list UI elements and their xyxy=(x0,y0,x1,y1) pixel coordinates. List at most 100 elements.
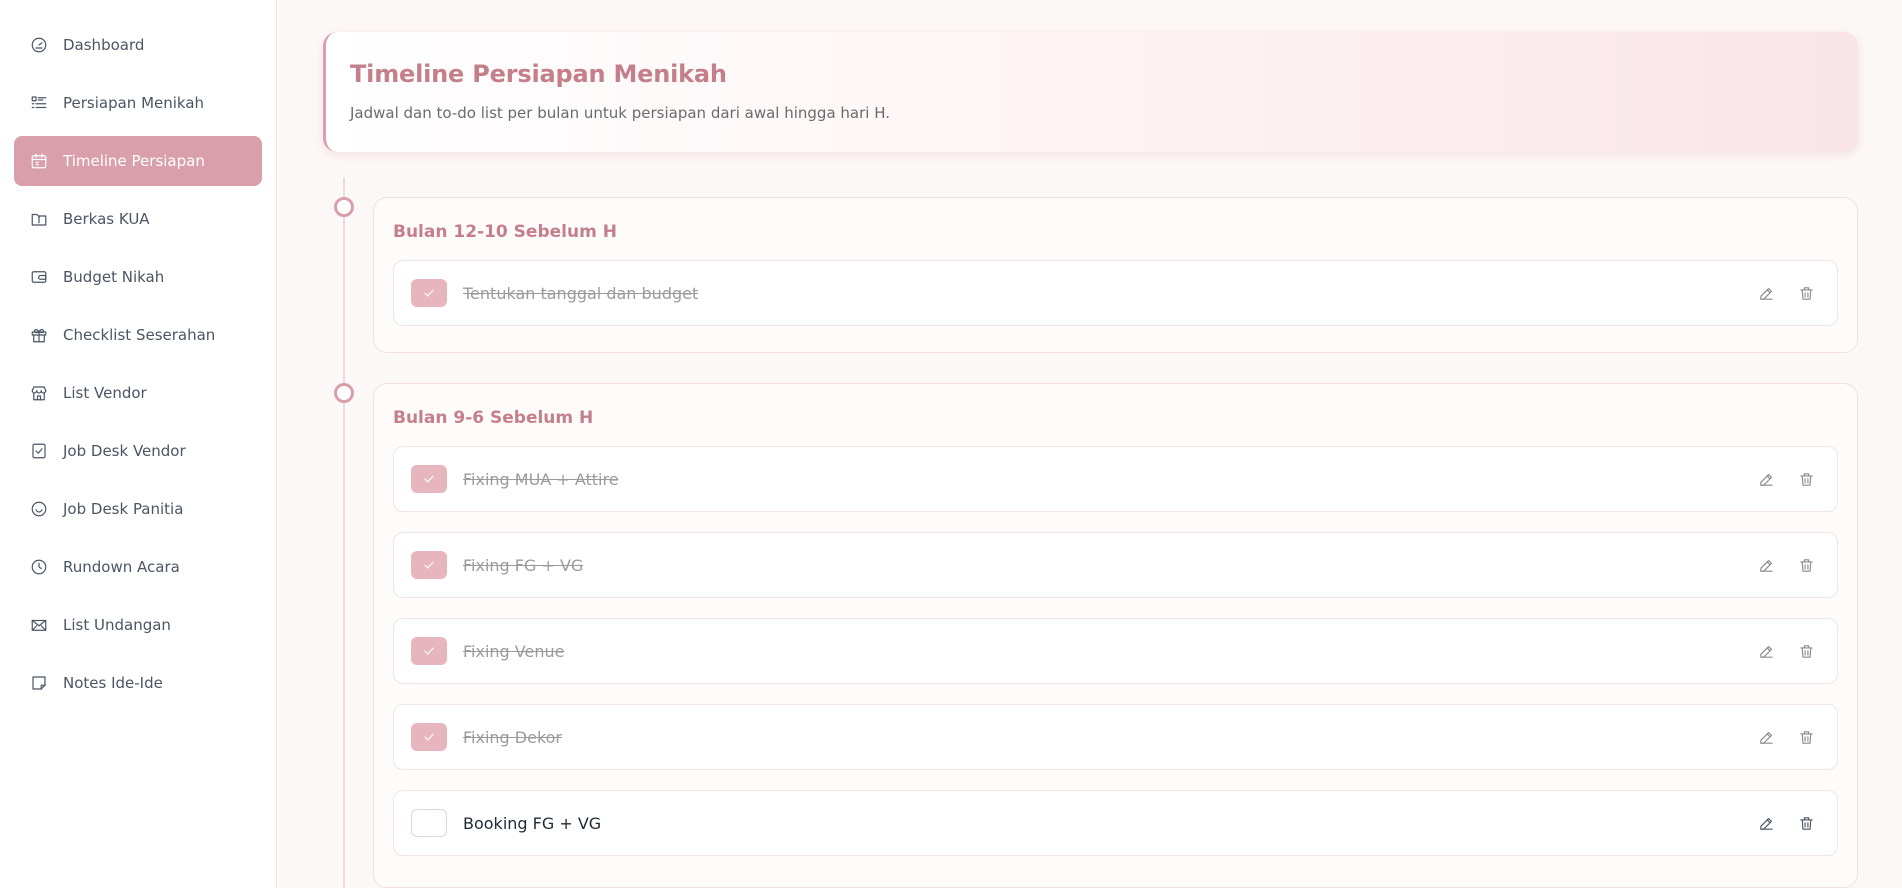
delete-button[interactable] xyxy=(1795,726,1817,748)
task-label: Fixing FG + VG xyxy=(463,555,584,575)
sidebar-item-checklist-seserahan[interactable]: Checklist Seserahan xyxy=(14,310,262,360)
sidebar-item-label: List Vendor xyxy=(63,384,147,402)
check-icon xyxy=(424,647,434,655)
pencil-icon xyxy=(1759,645,1773,658)
gift-icon xyxy=(30,326,48,344)
sidebar-item-label: Berkas KUA xyxy=(63,210,150,228)
task-actions xyxy=(1737,619,1817,683)
task-actions xyxy=(1737,447,1817,511)
task-checkbox[interactable] xyxy=(411,723,447,751)
task-checkbox[interactable] xyxy=(411,551,447,579)
trash-icon xyxy=(1799,730,1813,744)
task-checkbox[interactable] xyxy=(411,637,447,665)
delete-button[interactable] xyxy=(1795,468,1817,490)
task-item: Tentukan tanggal dan budget xyxy=(393,260,1838,326)
task-list: Tentukan tanggal dan budget xyxy=(393,260,1838,326)
task-actions xyxy=(1737,533,1817,597)
pencil-icon xyxy=(1759,559,1773,572)
trash-icon xyxy=(1799,644,1813,658)
check-icon xyxy=(424,475,434,483)
task-list: Fixing MUA + Attire Fixing FG + VG Fixin… xyxy=(393,446,1838,856)
calendar-icon xyxy=(30,152,48,170)
trash-icon xyxy=(1799,816,1813,830)
edit-button[interactable] xyxy=(1755,554,1777,576)
sidebar-item-label: Persiapan Menikah xyxy=(63,94,205,112)
section-title: Bulan 12-10 Sebelum H xyxy=(393,222,617,242)
check-icon xyxy=(424,561,434,569)
timeline-dot xyxy=(334,197,354,217)
task-item: Fixing MUA + Attire xyxy=(393,446,1838,512)
sidebar-item-label: Job Desk Vendor xyxy=(63,442,186,460)
trash-icon xyxy=(1799,472,1813,486)
page-title: Timeline Persiapan Menikah xyxy=(350,60,727,88)
pencil-icon xyxy=(1759,473,1773,486)
task-item: Fixing Venue xyxy=(393,618,1838,684)
section-title: Bulan 9-6 Sebelum H xyxy=(393,408,594,428)
sidebar-item-persiapan-menikah[interactable]: Persiapan Menikah xyxy=(14,78,262,128)
task-item: Fixing Dekor xyxy=(393,704,1838,770)
task-label: Fixing Dekor xyxy=(463,727,563,747)
sidebar-item-berkas-kua[interactable]: Berkas KUA xyxy=(14,194,262,244)
main-content: Timeline Persiapan Menikah Jadwal dan to… xyxy=(277,0,1902,888)
sidebar-item-label: Budget Nikah xyxy=(63,268,165,286)
delete-button[interactable] xyxy=(1795,640,1817,662)
checkbox-icon xyxy=(30,442,48,460)
sidebar-item-label: Checklist Seserahan xyxy=(63,326,216,344)
folder-icon xyxy=(30,210,48,228)
task-label: Fixing Venue xyxy=(463,641,565,661)
sidebar-item-job-desk-vendor[interactable]: Job Desk Vendor xyxy=(14,426,262,476)
mail-icon xyxy=(30,616,48,634)
pencil-icon xyxy=(1759,731,1773,744)
sidebar-item-rundown-acara[interactable]: Rundown Acara xyxy=(14,542,262,592)
note-icon xyxy=(30,674,48,692)
task-label: Tentukan tanggal dan budget xyxy=(463,283,699,303)
sidebar-item-budget-nikah[interactable]: Budget Nikah xyxy=(14,252,262,302)
wallet-icon xyxy=(30,268,48,286)
clock-icon xyxy=(30,558,48,576)
sidebar-item-timeline-persiapan[interactable]: Timeline Persiapan xyxy=(14,136,262,186)
edit-button[interactable] xyxy=(1755,282,1777,304)
sidebar-item-list-undangan[interactable]: List Undangan xyxy=(14,600,262,650)
list-icon xyxy=(30,94,48,112)
delete-button[interactable] xyxy=(1795,282,1817,304)
edit-button[interactable] xyxy=(1755,812,1777,834)
task-actions xyxy=(1737,791,1817,855)
trash-icon xyxy=(1799,558,1813,572)
pencil-icon xyxy=(1759,287,1773,300)
trash-icon xyxy=(1799,286,1813,300)
sidebar-item-label: List Undangan xyxy=(63,616,171,634)
task-actions xyxy=(1737,261,1817,325)
timeline-section: Bulan 9-6 Sebelum H Fixing MUA + Attire xyxy=(373,383,1858,888)
task-item: Booking FG + VG xyxy=(393,790,1838,856)
timeline-dot xyxy=(334,383,354,403)
delete-button[interactable] xyxy=(1795,812,1817,834)
sidebar-item-list-vendor[interactable]: List Vendor xyxy=(14,368,262,418)
timeline-section: Bulan 12-10 Sebelum H Tentukan tanggal d… xyxy=(373,197,1858,353)
delete-button[interactable] xyxy=(1795,554,1817,576)
task-actions xyxy=(1737,705,1817,769)
page-subtitle: Jadwal dan to-do list per bulan untuk pe… xyxy=(350,104,890,122)
edit-button[interactable] xyxy=(1755,640,1777,662)
gauge-icon xyxy=(30,36,48,54)
sidebar: Dashboard Persiapan Menikah Timeline Per… xyxy=(0,0,277,888)
sidebar-item-job-desk-panitia[interactable]: Job Desk Panitia xyxy=(14,484,262,534)
page-header: Timeline Persiapan Menikah Jadwal dan to… xyxy=(323,32,1858,152)
task-checkbox[interactable] xyxy=(411,465,447,493)
sidebar-item-label: Job Desk Panitia xyxy=(63,500,184,518)
sidebar-item-notes-ide-ide[interactable]: Notes Ide-Ide xyxy=(14,658,262,708)
smile-icon xyxy=(30,500,48,518)
task-checkbox[interactable] xyxy=(411,809,447,837)
sidebar-item-label: Timeline Persiapan xyxy=(63,152,205,170)
sidebar-item-dashboard[interactable]: Dashboard xyxy=(14,20,262,70)
sidebar-item-label: Notes Ide-Ide xyxy=(63,674,163,692)
store-icon xyxy=(30,384,48,402)
task-checkbox[interactable] xyxy=(411,279,447,307)
task-label: Booking FG + VG xyxy=(463,813,602,833)
sidebar-item-label: Dashboard xyxy=(63,36,145,54)
task-label: Fixing MUA + Attire xyxy=(463,469,619,489)
sidebar-item-label: Rundown Acara xyxy=(63,558,180,576)
check-icon xyxy=(424,289,434,297)
edit-button[interactable] xyxy=(1755,726,1777,748)
edit-button[interactable] xyxy=(1755,468,1777,490)
check-icon xyxy=(424,733,434,741)
